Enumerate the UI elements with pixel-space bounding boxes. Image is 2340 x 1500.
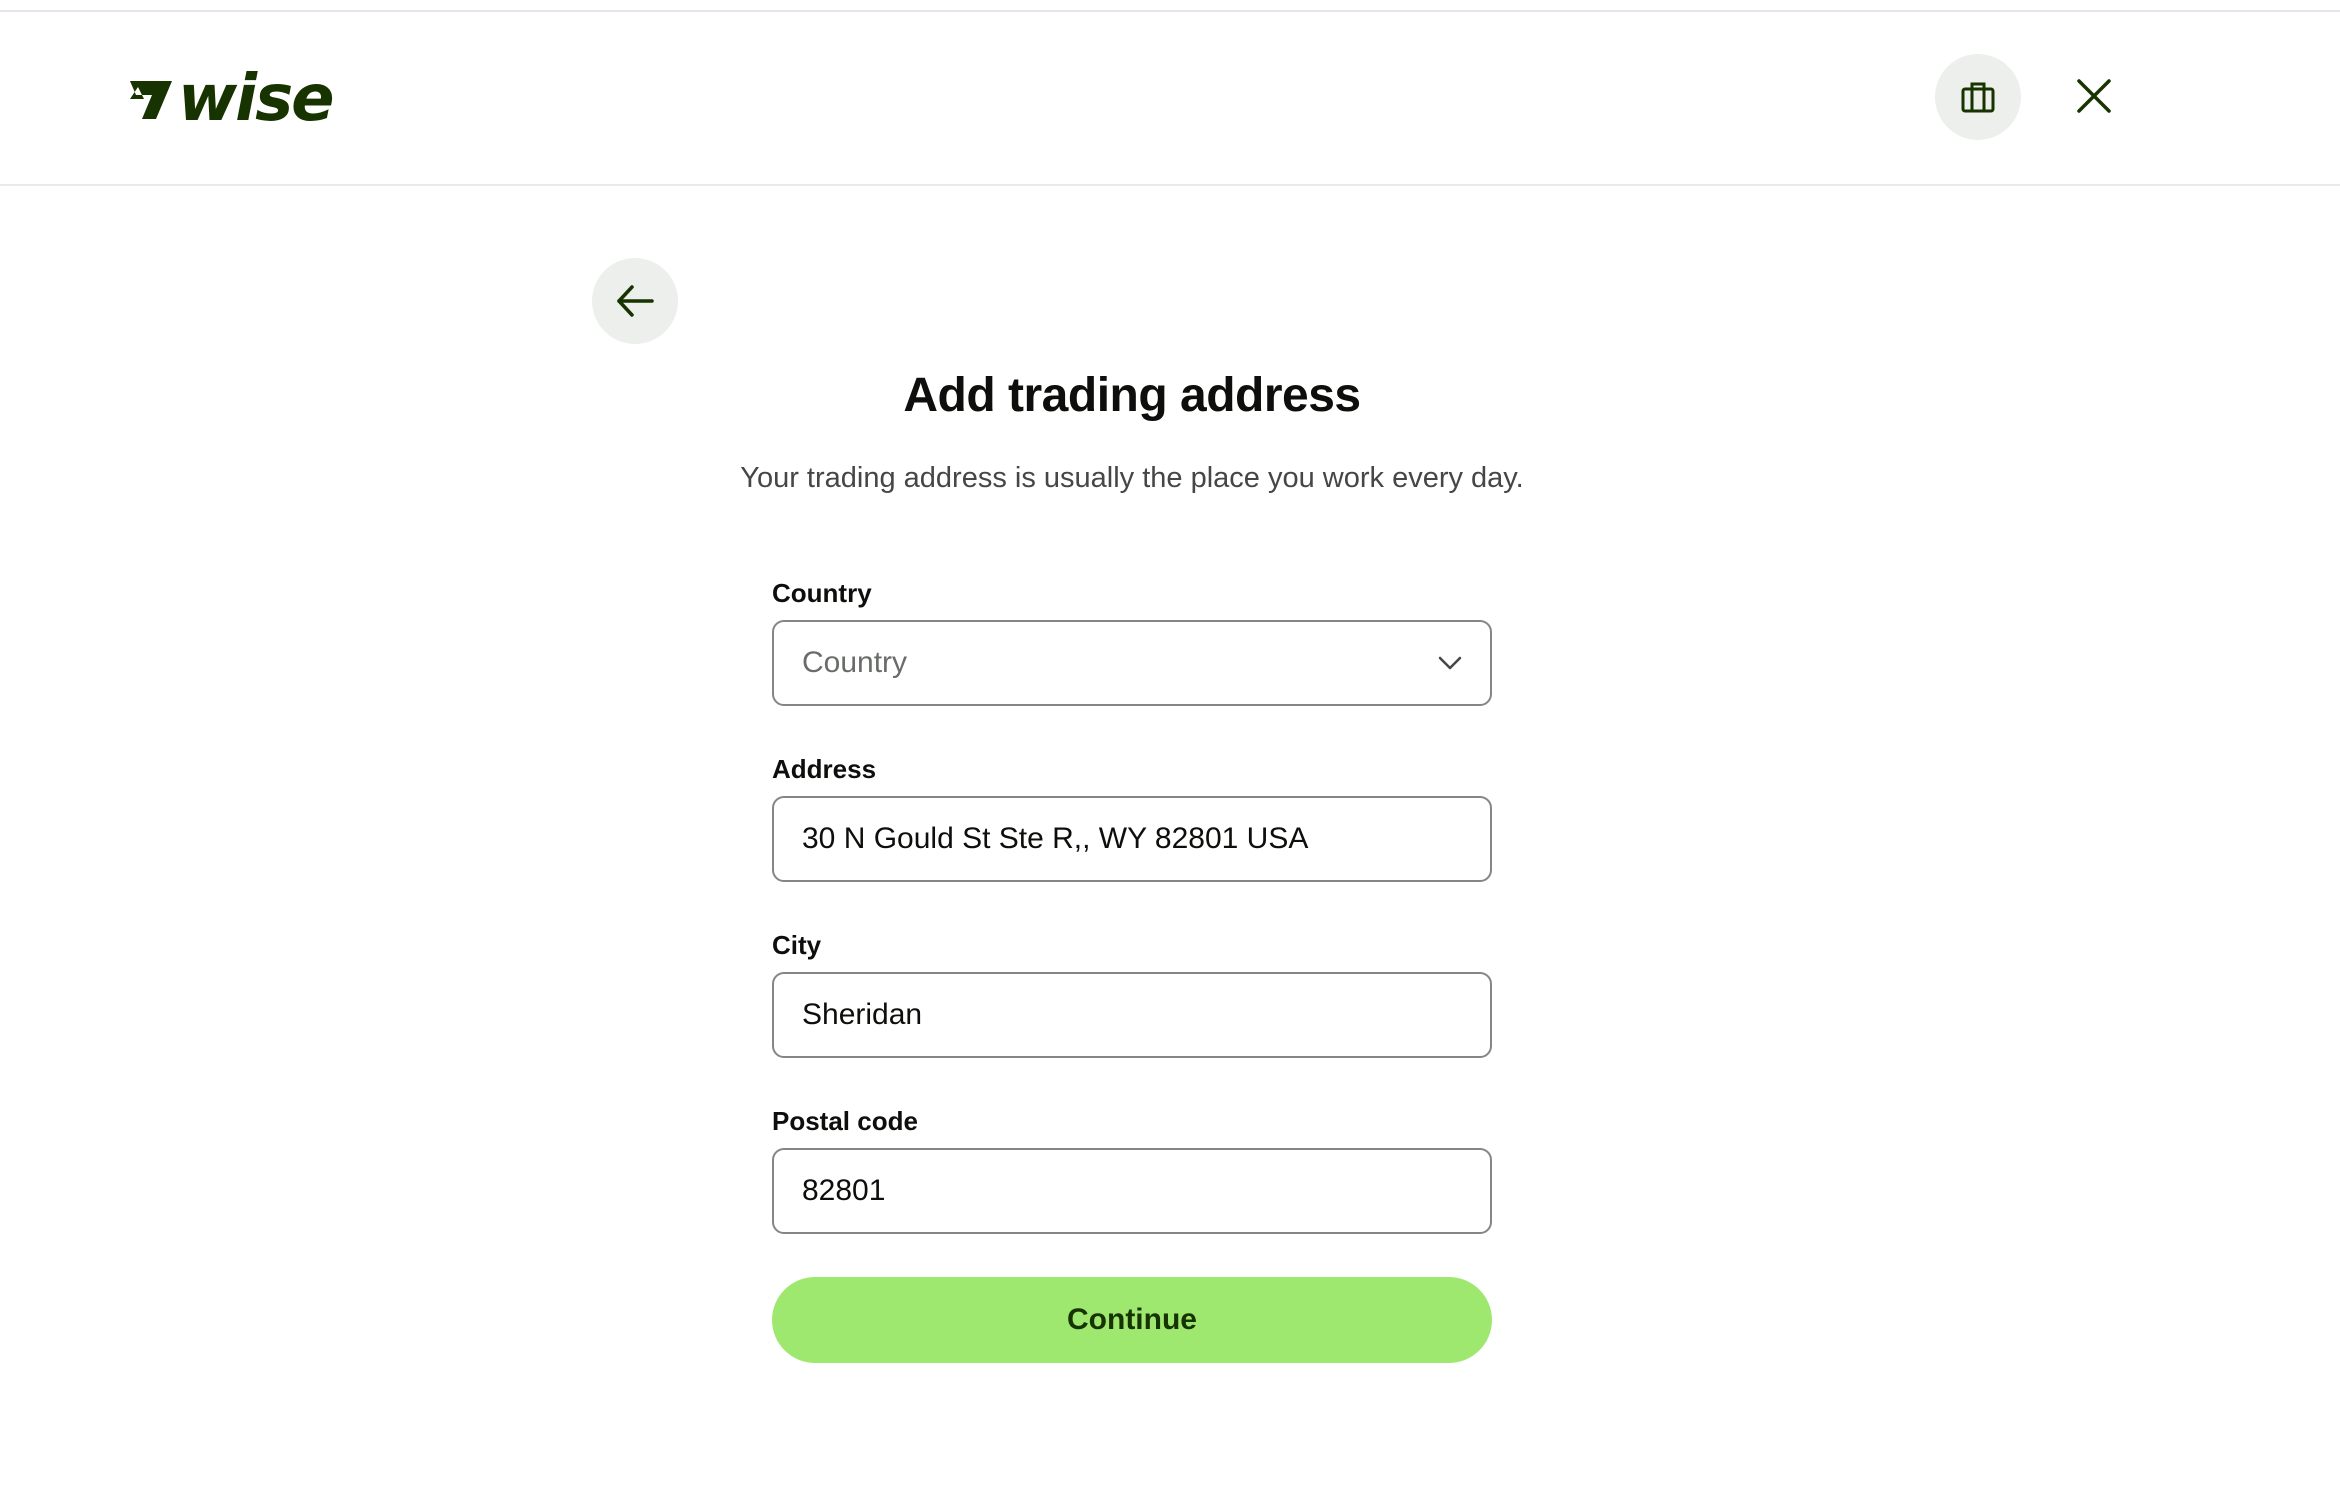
city-label: City: [772, 930, 822, 960]
top-border: [0, 0, 2340, 12]
country-label: Country: [772, 578, 872, 608]
back-button[interactable]: [592, 258, 678, 344]
wise-logo[interactable]: wise: [128, 62, 335, 136]
address-input[interactable]: [772, 796, 1492, 882]
page-subtitle: Your trading address is usually the plac…: [740, 462, 1524, 494]
top-header: wise: [0, 12, 2340, 186]
postal-code-label: Postal code: [772, 1106, 918, 1136]
postal-code-input[interactable]: [772, 1148, 1492, 1234]
country-placeholder: Country: [802, 646, 908, 679]
city-input[interactable]: [772, 972, 1492, 1058]
wise-wordmark: wise: [178, 62, 335, 136]
close-button[interactable]: [2070, 72, 2118, 120]
country-select[interactable]: Country: [772, 620, 1492, 706]
chevron-down-icon: [1438, 656, 1462, 670]
wise-flag-icon: [130, 81, 172, 119]
business-profile-button[interactable]: [1935, 54, 2021, 140]
address-label: Address: [772, 754, 877, 784]
page-title: Add trading address: [903, 369, 1361, 422]
close-icon: [2077, 79, 2111, 113]
arrow-left-icon: [617, 285, 654, 317]
continue-button[interactable]: Continue: [772, 1277, 1492, 1363]
briefcase-icon: [1961, 82, 1995, 113]
